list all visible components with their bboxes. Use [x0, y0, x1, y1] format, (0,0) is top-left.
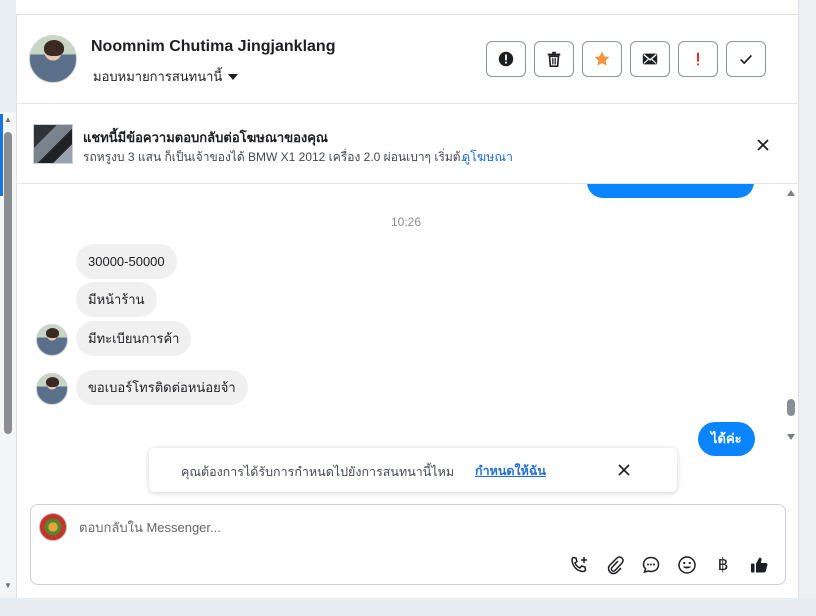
assign-label: มอบหมายการสนทนานี้	[93, 69, 223, 84]
phone-add-icon	[571, 556, 587, 573]
close-icon[interactable]	[755, 137, 771, 153]
message-timestamp: 10:26	[390, 215, 422, 229]
conversation-panel: Noomnim Chutima Jingjanklang มอบหมายการส…	[16, 14, 799, 598]
emoji-button[interactable]	[675, 553, 699, 577]
scroll-up-arrow-icon[interactable]: ▲	[4, 116, 12, 124]
thumbs-up-icon	[751, 557, 768, 573]
action-toolbar	[486, 41, 766, 77]
call-button[interactable]	[567, 553, 591, 577]
baht-icon: ฿	[717, 555, 729, 574]
contact-name[interactable]: Noomnim Chutima Jingjanklang	[91, 38, 335, 56]
spam-button[interactable]	[486, 41, 526, 77]
thread-scrollbar[interactable]	[783, 184, 799, 452]
star-button[interactable]	[582, 41, 622, 77]
right-edge	[798, 0, 816, 616]
saved-reply-button[interactable]	[639, 553, 663, 577]
follow-up-button[interactable]	[678, 41, 718, 77]
close-icon[interactable]	[616, 462, 632, 478]
sent-message-bubble-partial	[587, 184, 754, 198]
saved-reply-icon	[642, 556, 660, 574]
exclamation-icon	[697, 52, 699, 66]
outer-scroll-thumb[interactable]	[4, 132, 12, 434]
reply-composer: ฿	[30, 504, 786, 585]
alert-circle-icon	[498, 51, 514, 67]
scroll-up-arrow-icon[interactable]	[787, 190, 795, 196]
ad-reply-banner: แชทนี้มีข้อความตอบกลับต่อโฆษณาของคุณ รถห…	[17, 104, 799, 184]
emoji-icon	[678, 556, 696, 574]
bottom-edge	[0, 598, 816, 616]
ad-thumbnail[interactable]	[33, 124, 73, 164]
top-bar	[16, 0, 798, 14]
outgoing-message[interactable]: ได้ค่ะ	[698, 422, 755, 456]
chevron-down-icon	[228, 73, 239, 80]
sender-avatar	[36, 373, 68, 405]
scroll-down-arrow-icon[interactable]	[787, 434, 795, 440]
incoming-message[interactable]: 30000-50000	[76, 244, 177, 279]
incoming-message[interactable]: ขอเบอร์โทรติดต่อหน่อยจ้า	[76, 370, 248, 405]
mark-unread-button[interactable]	[630, 41, 670, 77]
view-ad-link[interactable]: ดูโฆษณา	[462, 147, 513, 167]
page-avatar	[39, 513, 67, 541]
ad-banner-title: แชทนี้มีข้อความตอบกลับต่อโฆษณาของคุณ	[83, 130, 328, 145]
delete-button[interactable]	[534, 41, 574, 77]
contact-avatar[interactable]	[29, 35, 77, 83]
like-button[interactable]	[747, 553, 771, 577]
conversation-header: Noomnim Chutima Jingjanklang มอบหมายการส…	[17, 15, 799, 104]
composer-toolbar: ฿	[567, 553, 771, 577]
incoming-message[interactable]: มีทะเบียนการค้า	[76, 321, 192, 356]
sender-avatar	[36, 324, 68, 356]
ad-banner-description: รถหรูงบ 3 แสน ก็เป็นเจ้าของได้ BMW X1 20…	[83, 150, 471, 164]
toast-message: คุณต้องการได้รับการกำหนดไปยังการสนทนานี้…	[181, 465, 455, 479]
selected-thread-indicator	[0, 114, 3, 196]
paperclip-icon	[607, 556, 624, 575]
assign-prompt-toast: คุณต้องการได้รับการกำหนดไปยังการสนทนานี้…	[149, 448, 677, 492]
trash-icon	[547, 51, 561, 68]
star-icon	[594, 51, 610, 66]
mark-done-button[interactable]	[726, 41, 766, 77]
reply-input[interactable]	[79, 516, 769, 538]
payment-button[interactable]: ฿	[711, 553, 735, 577]
scroll-down-arrow-icon[interactable]: ▼	[4, 582, 12, 590]
envelope-icon	[642, 53, 658, 65]
incoming-message[interactable]: มีหน้าร้าน	[76, 282, 157, 317]
assign-to-me-link[interactable]: กำหนดให้ฉัน	[475, 461, 546, 481]
attach-button[interactable]	[603, 553, 627, 577]
thread-scroll-thumb[interactable]	[787, 399, 795, 416]
assign-dropdown[interactable]: มอบหมายการสนทนานี้	[93, 66, 239, 87]
checkmark-icon	[740, 54, 752, 65]
